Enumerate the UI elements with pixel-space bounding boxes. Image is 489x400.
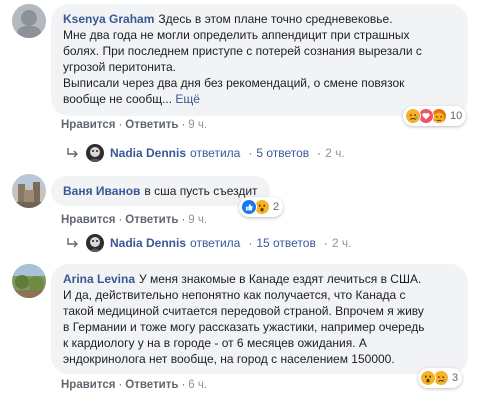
comment-text-line: в Германии и тоже могу рассказать ужасти… (63, 320, 425, 334)
comment-timestamp[interactable]: 6 ч. (188, 379, 207, 391)
comment-arina-levina: Arina Levina У меня знакомые в Канаде езд… (0, 260, 489, 400)
comment-actions: Нравится · Ответить · 9 ч. (61, 214, 208, 226)
replier-name: Nadia Dennis (110, 146, 187, 160)
comment-timestamp[interactable]: 9 ч. (188, 119, 207, 131)
comment-text-line: болях. При последнем приступе с потерей … (63, 44, 422, 58)
replies-timestamp: 2 ч. (331, 236, 352, 250)
avatar (86, 234, 104, 252)
comment-author[interactable]: Ksenya Graham (63, 12, 154, 26)
reply-arrow-icon (67, 238, 78, 248)
comment-bubble: Ksenya Graham Здесь в этом плане точно ср… (51, 4, 468, 116)
comment-text-line: угрозой перитонита. (63, 60, 176, 74)
comment-text-line: вообще не сообщ... (63, 92, 176, 106)
comment-bubble: Arina Levina У меня знакомые в Канаде езд… (51, 264, 468, 374)
avatar (86, 144, 104, 162)
comment-author[interactable]: Ваня Иванов (63, 184, 140, 198)
comment-text-line: Мне два года не могли определить аппенди… (63, 28, 410, 42)
comment-timestamp[interactable]: 9 ч. (188, 214, 207, 226)
replier-name: Nadia Dennis (110, 236, 187, 250)
comment-text-line: такой медициной считается передовой стра… (63, 304, 424, 318)
replies-timestamp: 2 ч. (325, 146, 345, 160)
like-button[interactable]: Нравится (61, 119, 115, 131)
reaction-count: 3 (452, 372, 459, 384)
comment-text-line: Здесь в этом плане точно средневековье. (158, 12, 393, 26)
sad-reaction-icon (405, 108, 421, 124)
comment-ksenya-graham: Ksenya Graham Здесь в этом плане точно ср… (0, 0, 489, 140)
reply-arrow-icon (67, 148, 78, 158)
like-button[interactable]: Нравится (61, 379, 115, 391)
avatar[interactable] (12, 174, 46, 208)
comment-author[interactable]: Arina Levina (63, 272, 135, 286)
comment-actions: Нравится · Ответить · 9 ч. (61, 119, 208, 131)
reactions-summary[interactable]: 3 (418, 368, 463, 388)
view-replies-link[interactable]: Nadia Dennis ответила · 15 ответов · 2 ч… (66, 234, 351, 252)
like-reaction-icon (241, 199, 257, 215)
reaction-count: 10 (450, 110, 463, 122)
avatar[interactable] (12, 264, 46, 298)
reactions-summary[interactable]: 10 (403, 106, 467, 126)
comment-text-line: Выписали через два дня без рекомендаций,… (63, 76, 405, 90)
replied-label: ответила (190, 146, 241, 160)
comment-bubble: Ваня Иванов в сша пусть съездит (51, 176, 270, 206)
reply-button[interactable]: Ответить (125, 119, 178, 131)
avatar[interactable] (12, 4, 46, 38)
reactions-summary[interactable]: 2 (239, 197, 284, 217)
like-button[interactable]: Нравится (61, 214, 115, 226)
replied-label: ответила (190, 236, 241, 250)
replies-count: 5 ответов (256, 146, 310, 160)
replies-count: 15 ответов (256, 236, 316, 250)
comment-vanya-ivanov: Ваня Иванов в сша пусть съездит 2 Нравитс… (0, 170, 489, 230)
reply-button[interactable]: Ответить (125, 214, 178, 226)
comment-text-line: У меня знакомые в Канаде ездят лечиться … (139, 272, 422, 286)
comment-text-line: в сша пусть съездит (144, 184, 258, 198)
comment-text-line: И да, действительно непонятно как получа… (63, 288, 406, 302)
see-more-link[interactable]: Ещё (175, 92, 200, 106)
reaction-count: 2 (273, 201, 280, 213)
comment-text-line: к кардиологу у на в городе - от 6 месяце… (63, 336, 367, 350)
comment-actions: Нравится · Ответить · 6 ч. (61, 379, 208, 391)
reply-button[interactable]: Ответить (125, 379, 178, 391)
comment-text-line: эндокринолога нет вообще, на город с нас… (63, 352, 395, 366)
view-replies-link[interactable]: Nadia Dennis ответила · 5 ответов · 2 ч. (66, 144, 345, 162)
wow-reaction-icon (420, 370, 436, 386)
